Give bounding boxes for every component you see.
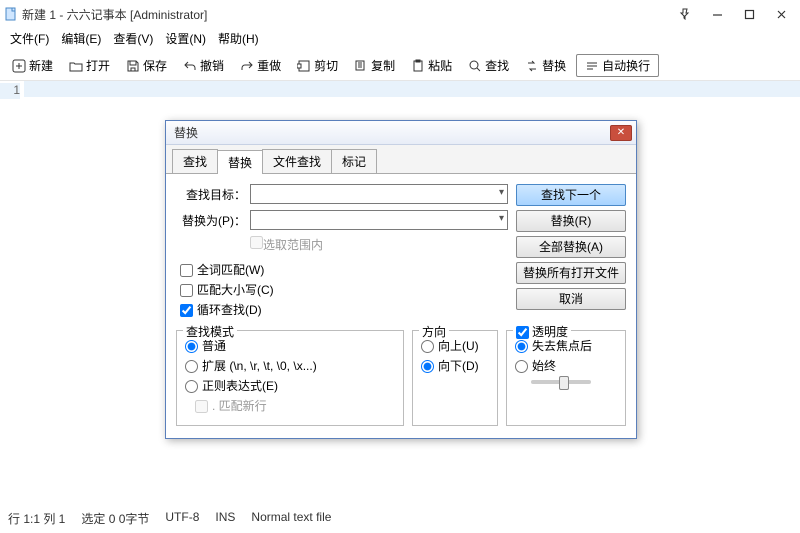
line-number: 1 [0,83,20,99]
window-controls [678,7,796,21]
tb-wrap[interactable]: 自动换行 [576,54,659,77]
tb-redo[interactable]: 重做 [234,54,287,77]
status-bar: 行 1:1 列 1 选定 0 0字节 UTF-8 INS Normal text… [8,510,331,527]
search-icon [468,59,482,73]
status-position: 行 1:1 列 1 [8,510,65,527]
direction-legend: 方向 [419,323,449,340]
tb-find[interactable]: 查找 [462,54,515,77]
replace-input[interactable] [250,210,508,230]
app-icon [4,7,18,21]
wrap-icon [585,59,599,73]
tb-paste[interactable]: 粘贴 [405,54,458,77]
match-newline-check: . 匹配新行 [195,397,395,414]
menu-bar: 文件(F) 编辑(E) 查看(V) 设置(N) 帮助(H) [0,28,800,51]
tb-copy[interactable]: 复制 [348,54,401,77]
tb-cut[interactable]: 剪切 [291,54,344,77]
find-input[interactable] [250,184,508,204]
close-button[interactable] [774,7,788,21]
direction-group: 方向 向上(U) 向下(D) [412,330,498,426]
undo-icon [183,59,197,73]
options-checks: 全词匹配(W) 匹配大小写(C) 循环查找(D) [180,261,516,318]
replace-dialog: 替换 ✕ 查找 替换 文件查找 标记 查找目标： 替换为(P)： 选取范围内 [165,120,637,439]
tb-undo[interactable]: 撤销 [177,54,230,77]
match-case-check[interactable]: 匹配大小写(C) [180,281,516,298]
menu-help[interactable]: 帮助(H) [218,30,259,47]
line-gutter: 1 [0,81,24,501]
search-mode-group: 查找模式 普通 扩展 (\n, \r, \t, \0, \x...) 正则表达式… [176,330,404,426]
replace-button[interactable]: 替换(R) [516,210,626,232]
status-insert-mode: INS [215,510,235,527]
find-label: 查找目标： [176,186,246,203]
tab-filefind[interactable]: 文件查找 [262,149,332,173]
minimize-button[interactable] [710,7,724,21]
cut-icon [297,59,311,73]
dialog-tabs: 查找 替换 文件查找 标记 [166,145,636,174]
toolbar: 新建 打开 保存 撤销 重做 剪切 复制 粘贴 查找 替换 自动换行 [0,51,800,81]
replace-label: 替换为(P)： [176,212,246,229]
tab-replace[interactable]: 替换 [217,150,263,174]
plus-icon [12,59,26,73]
maximize-button[interactable] [742,7,756,21]
whole-word-check[interactable]: 全词匹配(W) [180,261,516,278]
status-language: Normal text file [251,510,331,527]
menu-edit[interactable]: 编辑(E) [61,30,101,47]
search-mode-legend: 查找模式 [183,323,237,340]
menu-view[interactable]: 查看(V) [113,30,153,47]
tb-new[interactable]: 新建 [6,54,59,77]
copy-icon [354,59,368,73]
transparency-slider[interactable] [531,380,591,384]
paste-icon [411,59,425,73]
title-bar: 新建 1 - 六六记事本 [Administrator] [0,0,800,28]
redo-icon [240,59,254,73]
mode-regex-radio[interactable]: 正则表达式(E) [185,377,278,394]
dialog-title: 替换 [170,124,610,141]
in-selection-check: 选取范围内 [250,236,323,253]
tb-save[interactable]: 保存 [120,54,173,77]
transparency-check[interactable] [516,326,529,339]
status-encoding: UTF-8 [165,510,199,527]
mode-extended-radio[interactable]: 扩展 (\n, \r, \t, \0, \x...) [185,357,395,374]
dialog-body: 查找目标： 替换为(P)： 选取范围内 全词匹配(W) 匹配大小写(C) 循环查… [166,174,636,438]
tab-mark[interactable]: 标记 [331,149,377,173]
replace-icon [525,59,539,73]
dir-down-radio[interactable]: 向下(D) [421,357,489,374]
cancel-button[interactable]: 取消 [516,288,626,310]
dialog-titlebar[interactable]: 替换 ✕ [166,121,636,145]
loop-check[interactable]: 循环查找(D) [180,301,516,318]
window-title: 新建 1 - 六六记事本 [Administrator] [22,6,678,23]
replace-open-button[interactable]: 替换所有打开文件 [516,262,626,284]
menu-settings[interactable]: 设置(N) [165,30,206,47]
tb-open[interactable]: 打开 [63,54,116,77]
folder-icon [69,59,83,73]
dialog-close-button[interactable]: ✕ [610,125,632,141]
save-icon [126,59,140,73]
tb-replace[interactable]: 替换 [519,54,572,77]
replace-all-button[interactable]: 全部替换(A) [516,236,626,258]
status-selection: 选定 0 0字节 [81,510,149,527]
tab-find[interactable]: 查找 [172,149,218,173]
pin-icon[interactable] [678,7,692,21]
transparency-group: 透明度 失去焦点后 始终 [506,330,626,426]
transparency-legend: 透明度 [513,323,571,340]
button-column: 查找下一个 替换(R) 全部替换(A) 替换所有打开文件 取消 [516,184,626,324]
menu-file[interactable]: 文件(F) [10,30,49,47]
trans-always-radio[interactable]: 始终 [515,357,617,374]
find-next-button[interactable]: 查找下一个 [516,184,626,206]
